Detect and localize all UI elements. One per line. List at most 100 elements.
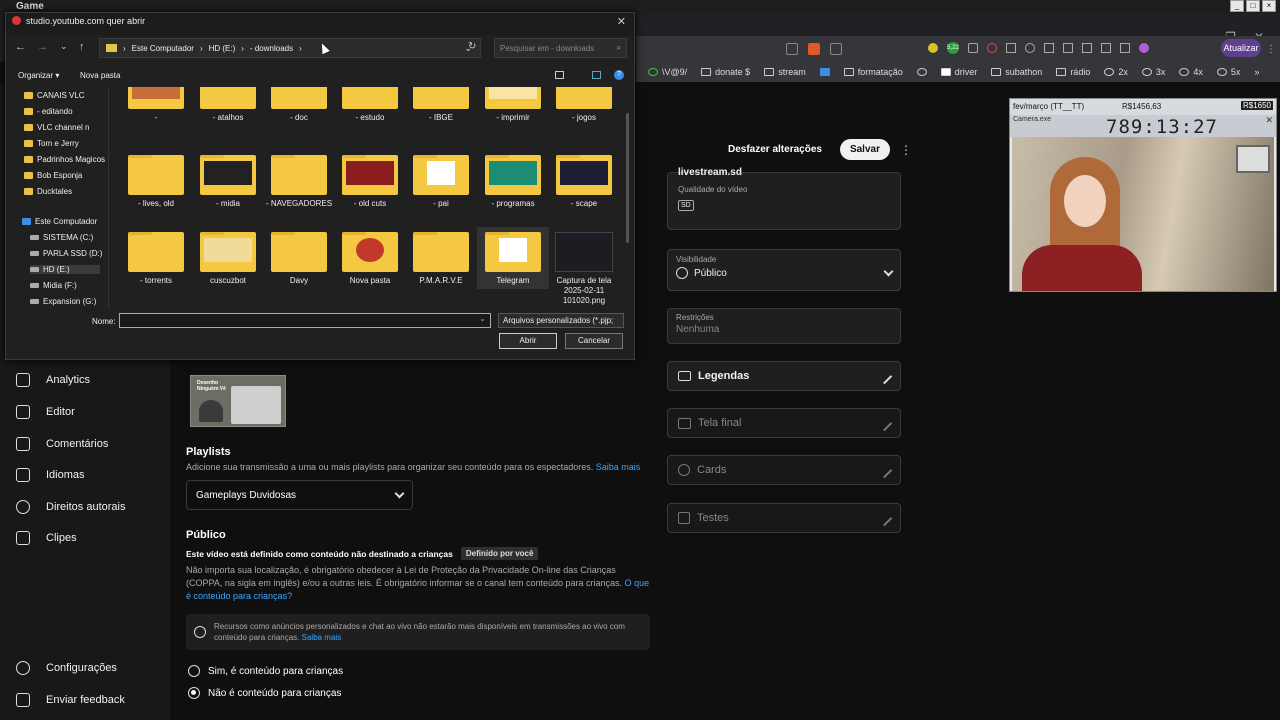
folder-item[interactable]: -: [120, 87, 192, 123]
sidebar-item-copyright[interactable]: Direitos autorais: [16, 500, 125, 514]
tree-item[interactable]: Bob Esponja: [24, 171, 82, 180]
bookmark-item[interactable]: stream: [764, 67, 806, 77]
chevron-down-icon[interactable]: ⌄: [60, 41, 68, 52]
music-icon[interactable]: [1063, 43, 1073, 53]
record-icon[interactable]: [987, 43, 997, 53]
visibility-dropdown[interactable]: Visibilidade Público: [667, 249, 901, 291]
tree-item-drive[interactable]: SISTEMA (C:): [30, 233, 93, 242]
sidebar-item-editor[interactable]: Editor: [16, 405, 75, 419]
folder-item[interactable]: - pai: [405, 155, 477, 209]
edit-pencil-icon[interactable]: [876, 368, 893, 384]
folder-item[interactable]: Nova pasta: [334, 232, 406, 286]
close-icon[interactable]: ✕: [617, 15, 626, 28]
more-bookmarks-icon[interactable]: »: [1254, 67, 1259, 77]
folder-item[interactable]: - jogos: [548, 87, 620, 123]
sidebar-item-languages[interactable]: Idiomas: [16, 468, 85, 482]
more-options-icon[interactable]: ⋮: [900, 143, 912, 157]
bookmark-item[interactable]: rádio: [1056, 67, 1090, 77]
tree-item-this-pc[interactable]: Este Computador: [22, 217, 97, 226]
bookmark-item[interactable]: 5x: [1216, 67, 1240, 77]
share-icon[interactable]: [786, 43, 798, 55]
organize-button[interactable]: Organizar ▾: [18, 71, 59, 80]
open-button[interactable]: Abrir: [499, 333, 557, 349]
bookmark-item[interactable]: [819, 68, 830, 76]
bookmark-item[interactable]: \V@9/: [648, 67, 687, 77]
folder-item[interactable]: - estudo: [334, 87, 406, 123]
extension-icon[interactable]: [1101, 43, 1111, 53]
bookmark-item[interactable]: donate $: [701, 67, 750, 77]
bookmark-item[interactable]: 3x: [1141, 67, 1165, 77]
new-folder-button[interactable]: Nova pasta: [80, 71, 120, 80]
bookmark-item[interactable]: 2x: [1104, 67, 1128, 77]
maximize-icon[interactable]: □: [1246, 0, 1260, 12]
folder-item[interactable]: Davy: [263, 232, 335, 286]
extension-icon[interactable]: [968, 43, 978, 53]
tree-item-drive[interactable]: Expansion (G:): [30, 297, 96, 306]
edit-pencil-icon[interactable]: [876, 462, 893, 478]
folder-item[interactable]: - imprimir: [477, 87, 549, 123]
video-thumbnail[interactable]: Desenho Ninguém Vê: [190, 375, 286, 427]
folder-item-selected[interactable]: Telegram: [477, 227, 549, 289]
tree-item[interactable]: VLC channel n: [24, 123, 89, 132]
folder-item[interactable]: - doc: [263, 87, 335, 123]
breadcrumb-item[interactable]: - downloads: [250, 44, 293, 53]
brave-shield-icon[interactable]: [808, 43, 820, 55]
learn-more-link[interactable]: Saiba mais: [302, 633, 342, 642]
bookmark-item[interactable]: 4x: [1179, 67, 1203, 77]
sidebar-item-clips[interactable]: Clipes: [16, 531, 77, 545]
file-item-png[interactable]: Captura de tela 2025-02-11 101020.png: [548, 232, 620, 306]
address-bar[interactable]: › Este Computador › HD (E:) › - downloads ›…: [99, 38, 481, 58]
sidebar-item-comments[interactable]: Comentários: [16, 437, 108, 451]
folder-item[interactable]: - scape: [548, 155, 620, 209]
bookmark-item[interactable]: subathon: [991, 67, 1042, 77]
tree-item[interactable]: - editando: [24, 107, 73, 116]
view-options-icon[interactable]: [555, 71, 564, 79]
filename-input[interactable]: ⌄: [119, 313, 491, 328]
breadcrumb-item[interactable]: Este Computador: [132, 44, 194, 53]
close-icon[interactable]: ×: [1262, 0, 1276, 12]
update-button[interactable]: Atualizar: [1221, 39, 1261, 57]
extension-icon[interactable]: [1044, 43, 1054, 53]
learn-more-link[interactable]: Saiba mais: [596, 462, 641, 472]
tree-item[interactable]: Padrinhos Magicos: [24, 155, 105, 164]
tree-item-drive-selected[interactable]: HD (E:): [30, 265, 100, 274]
up-arrow-icon[interactable]: ↑: [79, 41, 85, 53]
folder-item[interactable]: - midia: [192, 155, 264, 209]
folder-item[interactable]: - lives, old: [120, 155, 192, 209]
radio-button[interactable]: [188, 665, 200, 677]
folder-item[interactable]: P.M.A.R.V.E: [405, 232, 477, 286]
save-button[interactable]: Salvar: [839, 139, 890, 160]
folder-item[interactable]: - torrents: [120, 232, 192, 286]
preview-pane-icon[interactable]: [592, 71, 601, 79]
subtitles-row[interactable]: Legendas: [667, 361, 901, 391]
breadcrumb-item[interactable]: HD (E:): [209, 44, 236, 53]
radio-button-selected[interactable]: [188, 687, 200, 699]
tree-item-drive[interactable]: Midia (F:): [30, 281, 77, 290]
bookmark-item[interactable]: driver: [940, 67, 977, 77]
folder-item[interactable]: - NAVEGADORES: [263, 155, 335, 209]
bookmark-item[interactable]: formatação: [843, 67, 903, 77]
end-screen-row[interactable]: Tela final: [667, 408, 901, 438]
extension-icon[interactable]: [1006, 43, 1016, 53]
playlist-select[interactable]: Gameplays Duvidosas: [186, 480, 413, 510]
tree-item[interactable]: CANAIS VLC: [24, 91, 85, 100]
rewards-icon[interactable]: [830, 43, 842, 55]
minimize-icon[interactable]: _: [1230, 0, 1244, 12]
extension-icon[interactable]: [1139, 43, 1149, 53]
folder-item[interactable]: - old cuts: [334, 155, 406, 209]
refresh-icon[interactable]: ↻: [468, 41, 476, 52]
folder-item[interactable]: - programas: [477, 155, 549, 209]
back-arrow-icon[interactable]: ←: [15, 41, 26, 53]
edit-pencil-icon[interactable]: [876, 510, 893, 526]
folder-item[interactable]: - atalhos: [192, 87, 264, 123]
extension-icon[interactable]: [928, 43, 938, 53]
forward-arrow-icon[interactable]: →: [37, 41, 48, 53]
folder-item[interactable]: cuscuzbot: [192, 232, 264, 286]
tree-item-drive[interactable]: PARLA SSD (D:): [30, 249, 102, 258]
sidebar-item-settings[interactable]: Configurações: [16, 661, 117, 675]
cards-row[interactable]: Cards: [667, 455, 901, 485]
radio-kids-yes[interactable]: Sim, é conteúdo para crianças: [188, 665, 343, 677]
tree-item[interactable]: Ducktales: [24, 187, 72, 196]
extension-icon[interactable]: [1025, 43, 1035, 53]
sidebar-icon[interactable]: [1082, 43, 1092, 53]
